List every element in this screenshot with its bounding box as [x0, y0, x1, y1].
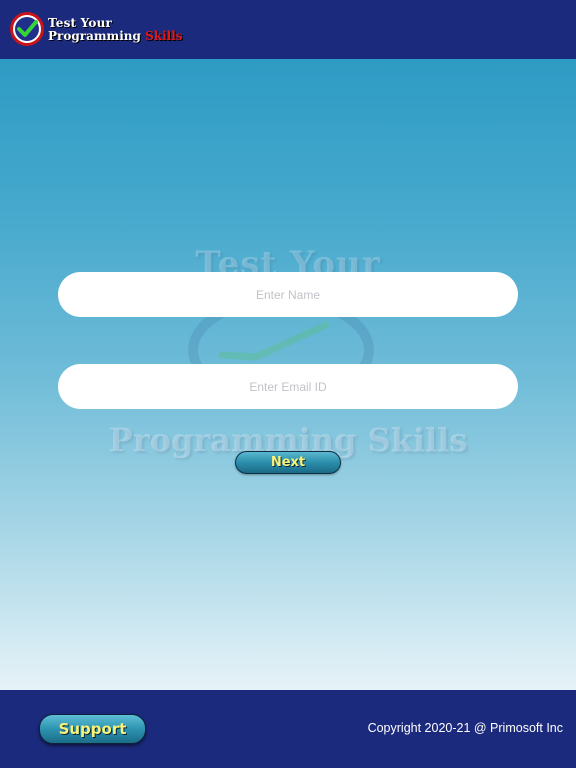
name-input[interactable]: [58, 272, 518, 317]
logo-title-line2: Programming Skills: [48, 29, 183, 43]
footer-bar: Support Copyright 2020-21 @ Primosoft In…: [0, 690, 576, 768]
email-input[interactable]: [58, 364, 518, 409]
header-bar: Test Your Programming Skills: [0, 0, 576, 59]
copyright-text: Copyright 2020-21 @ Primosoft Inc: [367, 721, 563, 735]
app-logo: Test Your Programming Skills: [10, 10, 185, 50]
logo-title-line1: Test Your: [48, 16, 113, 30]
support-button-label: Support: [58, 720, 127, 738]
next-button[interactable]: Next: [235, 451, 341, 474]
main-content: Test Your Programming Skills Next: [0, 59, 576, 690]
support-button[interactable]: Support: [39, 714, 146, 744]
next-button-label: Next: [270, 455, 306, 470]
logo-title-programming: Programming: [48, 29, 146, 43]
checkmark-badge-icon: [10, 12, 44, 46]
logo-title-skills: Skills: [145, 29, 183, 43]
